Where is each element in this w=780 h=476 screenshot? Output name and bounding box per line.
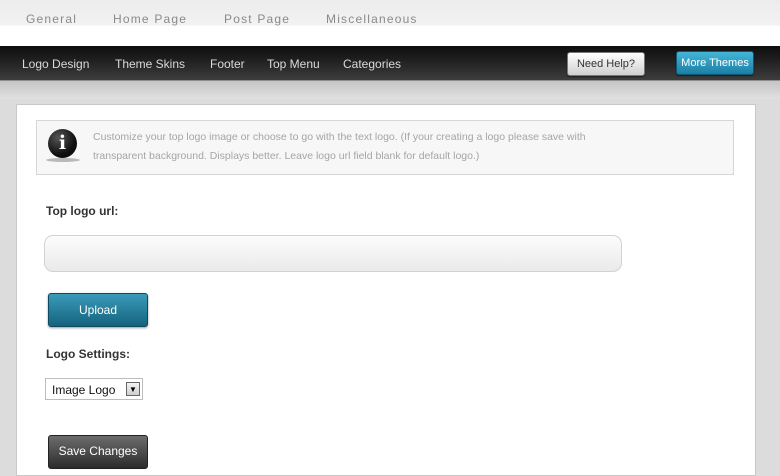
upload-button[interactable]: Upload bbox=[48, 293, 148, 327]
top-nav: General Home Page Post Page Miscellaneou… bbox=[0, 0, 780, 46]
chevron-down-icon[interactable]: ▼ bbox=[126, 382, 140, 396]
info-text: Customize your top logo image or choose … bbox=[93, 128, 713, 166]
more-themes-button[interactable]: More Themes bbox=[676, 51, 754, 75]
logo-url-input[interactable] bbox=[44, 235, 622, 272]
sub-nav-theme-skins[interactable]: Theme Skins bbox=[115, 57, 185, 71]
info-text-line-1: Customize your top logo image or choose … bbox=[93, 131, 586, 143]
sub-nav-logo-design[interactable]: Logo Design bbox=[22, 57, 89, 71]
logo-settings-value: Image Logo bbox=[52, 383, 116, 397]
logo-url-label: Top logo url: bbox=[46, 204, 119, 218]
sub-nav: Logo Design Theme Skins Footer Top Menu … bbox=[0, 46, 780, 81]
info-text-line-2: transparent background. Displays better.… bbox=[93, 150, 480, 162]
logo-settings-select[interactable]: Image Logo ▼ bbox=[45, 378, 143, 400]
need-help-button[interactable]: Need Help? bbox=[567, 52, 645, 76]
info-icon-shadow bbox=[46, 158, 80, 162]
divider-band bbox=[0, 81, 780, 99]
sub-nav-categories[interactable]: Categories bbox=[343, 57, 401, 71]
top-nav-home-page[interactable]: Home Page bbox=[113, 12, 187, 26]
info-icon: i bbox=[48, 129, 77, 158]
top-nav-miscellaneous[interactable]: Miscellaneous bbox=[326, 12, 418, 26]
top-nav-post-page[interactable]: Post Page bbox=[224, 12, 290, 26]
top-nav-general[interactable]: General bbox=[26, 12, 77, 26]
sub-nav-footer[interactable]: Footer bbox=[210, 57, 245, 71]
sub-nav-top-menu[interactable]: Top Menu bbox=[267, 57, 320, 71]
save-changes-button[interactable]: Save Changes bbox=[48, 435, 148, 469]
logo-settings-label: Logo Settings: bbox=[46, 347, 130, 361]
